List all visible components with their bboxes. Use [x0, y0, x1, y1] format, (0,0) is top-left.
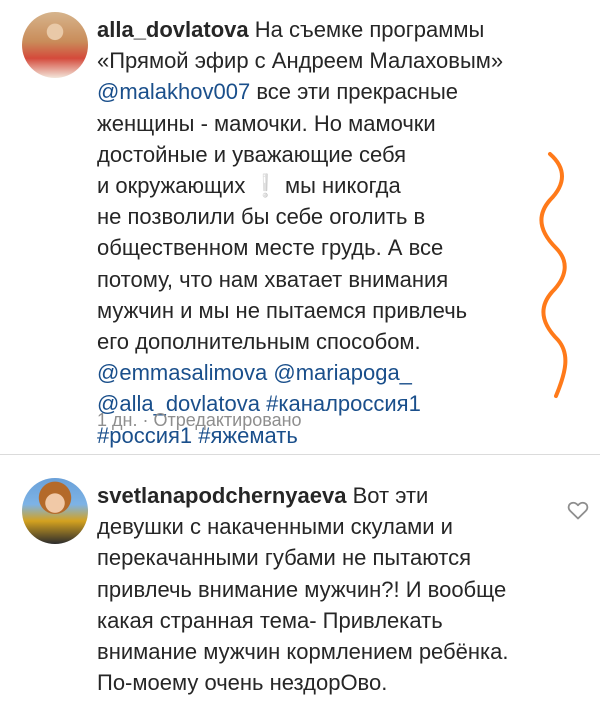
comment-text: На съемке программы	[254, 17, 485, 42]
comment-text: и окружающих	[97, 173, 252, 199]
username[interactable]: svetlanapodchernyaeva	[97, 483, 346, 508]
comment-text: все эти прекрасные	[250, 79, 458, 105]
mention-link[interactable]: @malakhov007	[97, 79, 250, 104]
comment-text: общественном месте грудь. А все	[97, 235, 444, 261]
comment-text: его дополнительным способом.	[97, 329, 421, 355]
comment-text: мы никогда	[278, 173, 401, 199]
annotation-squiggle	[539, 152, 568, 398]
comment-text: мужчин и мы не пытаемся привлечь	[97, 297, 468, 323]
comment: svetlanapodchernyaeva Вот эти девушки с …	[97, 480, 517, 698]
mention-link[interactable]: @mariapoga_	[273, 360, 412, 385]
exclamation-emoji: ❕	[251, 173, 279, 199]
mention-link[interactable]: @emmasalimova	[97, 360, 267, 385]
comment-text: Вот эти девушки с накаченными скулами и …	[97, 483, 509, 696]
username[interactable]: alla_dovlatova	[97, 17, 249, 42]
comment-text: не позволили бы себе оголить в	[97, 204, 426, 230]
avatar[interactable]	[22, 478, 88, 544]
divider	[0, 454, 600, 455]
comment-text: достойные и уважающие себя	[97, 141, 407, 167]
caption-comment: alla_dovlatova На съемке программы «Прям…	[97, 14, 517, 451]
comment-text: «Прямой эфир с Андреем Малаховым»	[97, 48, 504, 74]
comment-meta: 1 дн. · Отредактировано	[97, 410, 302, 430]
comment-text: женщины - мамочки. Но мамочки	[97, 110, 436, 136]
comment-text: потому, что нам хватает внимания	[97, 266, 449, 292]
avatar[interactable]	[22, 12, 88, 78]
heart-outline-icon[interactable]	[566, 498, 590, 522]
